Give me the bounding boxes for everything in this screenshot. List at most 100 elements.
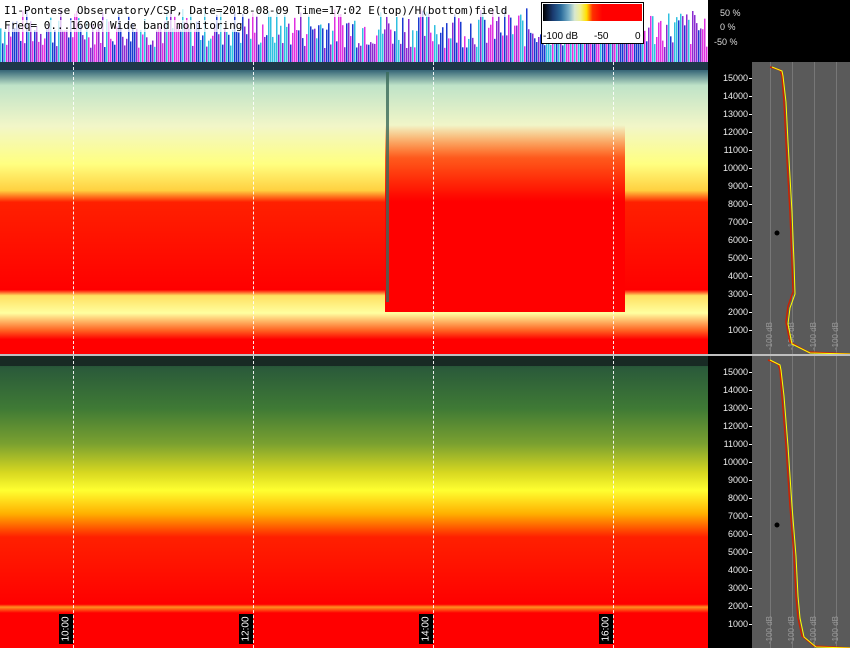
waveform-bar (310, 26, 312, 62)
waveform-bar (468, 38, 470, 62)
waveform-bar (122, 36, 124, 62)
percent-scale: 50 % 0 % -50 % (708, 0, 850, 62)
waveform-bar (550, 44, 552, 62)
waveform-bar (370, 42, 372, 62)
waveform-bar (622, 43, 624, 62)
waveform-bar (684, 25, 686, 62)
h-field-spectrogram-image (0, 356, 708, 648)
waveform-bar (298, 30, 300, 62)
waveform-bar (486, 42, 488, 62)
waveform-bar (138, 47, 140, 62)
waveform-bar (124, 45, 126, 62)
waveform-bar (546, 44, 548, 62)
waveform-bar (64, 30, 66, 62)
waveform-bar (268, 11, 270, 62)
waveform-bar (304, 45, 306, 62)
waveform-bar (112, 41, 114, 62)
frequency-range-text: Freq= 0...16000 Wide band monitoring (4, 19, 243, 32)
waveform-bar (226, 31, 228, 62)
waveform-bar (494, 38, 496, 62)
waveform-bar (518, 15, 520, 62)
waveform-bar (516, 25, 518, 62)
waveform-bar (382, 33, 384, 62)
waveform-bar (482, 12, 484, 62)
waveform-bar (422, 10, 424, 62)
waveform-bar (444, 47, 446, 62)
waveform-bar (688, 19, 690, 62)
waveform-bar (508, 14, 510, 62)
waveform-bar (354, 20, 356, 62)
profile-curve-bottom (767, 359, 850, 648)
frequency-label-15000: 15000 (722, 367, 753, 377)
frequency-label-15000: 15000 (722, 73, 753, 83)
waveform-bar (56, 46, 58, 62)
waveform-bar (356, 47, 358, 62)
waveform-bar (260, 42, 262, 62)
waveform-bar (504, 10, 506, 62)
waveform-bar (596, 43, 598, 62)
waveform-bar (0, 28, 2, 62)
waveform-bar (66, 29, 68, 62)
waveform-bar (366, 44, 368, 62)
waveform-bar (480, 10, 482, 62)
waveform-bar (424, 35, 426, 62)
waveform-bar (592, 44, 594, 62)
waveform-bar (180, 30, 182, 62)
waveform-bar (240, 42, 242, 62)
waveform-bar (2, 43, 4, 62)
frequency-axis-top: 15000 14000 13000 12000 11000 10000 9000 8000 70… (708, 62, 753, 354)
waveform-bar (672, 42, 674, 62)
waveform-bar (536, 42, 538, 62)
waveform-bar (502, 35, 504, 62)
waveform-bar (660, 20, 662, 62)
waveform-bar (308, 15, 310, 62)
waveform-bar (212, 35, 214, 62)
waveform-bar (258, 44, 260, 62)
frequency-label-4000: 4000 (727, 565, 753, 575)
profile-curve-top (769, 66, 850, 354)
waveform-bar (436, 34, 438, 62)
waveform-bar (266, 35, 268, 62)
waveform-bar (492, 9, 494, 62)
waveform-bar (664, 47, 666, 62)
waveform-bar (10, 36, 12, 62)
waveform-bar (432, 41, 434, 62)
waveform-bar (358, 43, 360, 62)
waveform-bar (72, 37, 74, 62)
h-field-spectrogram (0, 356, 708, 648)
time-gridline-1000 (73, 62, 74, 354)
time-label-1600: 16:00 (599, 614, 613, 644)
waveform-bar (434, 25, 436, 62)
waveform-bar (386, 16, 388, 62)
time-label-1000: 10:00 (59, 614, 73, 644)
frequency-label-5000: 5000 (727, 547, 753, 557)
waveform-bar (140, 29, 142, 62)
waveform-bar (392, 43, 394, 62)
waveform-bar (318, 25, 320, 62)
waveform-bar (428, 13, 430, 62)
waveform-bar (408, 19, 410, 62)
percent-label-mid: 0 % (720, 22, 736, 32)
frequency-label-8000: 8000 (727, 199, 753, 209)
frequency-label-12000: 12000 (722, 127, 753, 137)
waveform-bar (704, 18, 706, 62)
waveform-bar (338, 14, 340, 62)
waveform-bar (390, 29, 392, 62)
waveform-bar (682, 16, 684, 62)
frequency-label-10000: 10000 (722, 163, 753, 173)
waveform-bar (702, 29, 704, 62)
waveform-bar (26, 9, 28, 62)
waveform-bar (324, 47, 326, 62)
e-field-spectrogram-image (0, 62, 708, 354)
frequency-label-11000: 11000 (723, 439, 753, 449)
waveform-bar (454, 14, 456, 62)
frequency-label-7000: 7000 (727, 217, 753, 227)
waveform-bar (238, 32, 240, 62)
e-field-spectrogram (0, 62, 708, 354)
time-gridline-1200 (253, 62, 254, 354)
waveform-bar (646, 41, 648, 62)
frequency-label-14000: 14000 (722, 91, 753, 101)
waveform-bar (322, 28, 324, 62)
waveform-bar (380, 12, 382, 62)
time-gridline-1400 (433, 62, 434, 354)
